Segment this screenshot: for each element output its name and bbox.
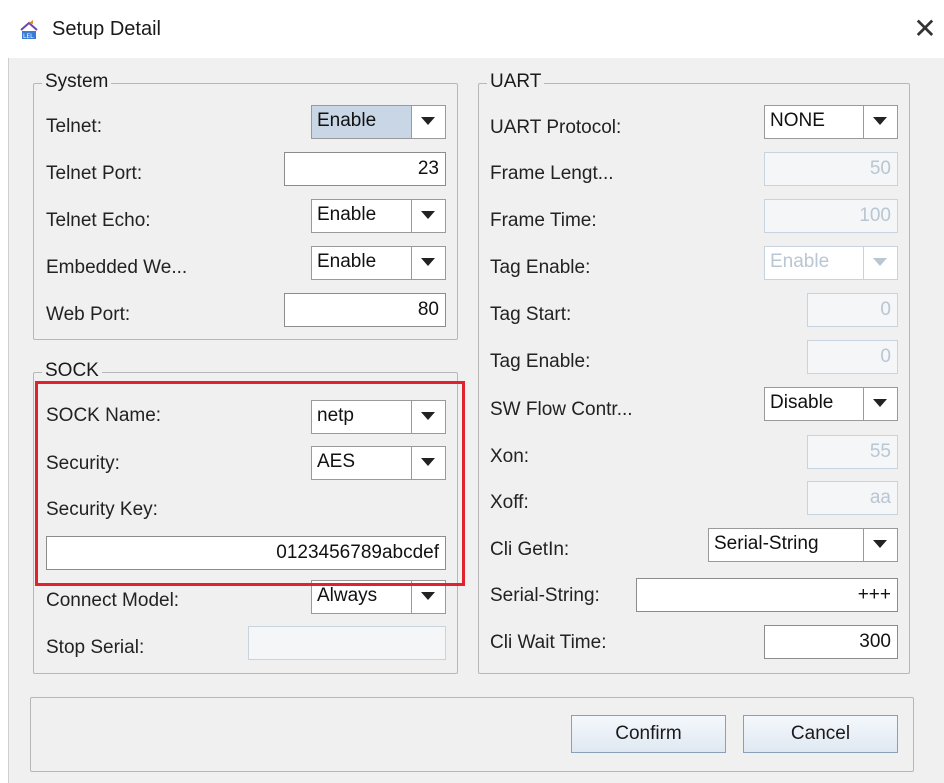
cancel-button[interactable]: Cancel <box>743 715 898 753</box>
chevron-down-icon[interactable] <box>863 106 897 138</box>
telnet-echo-select[interactable]: Enable <box>311 199 446 233</box>
frame-time-label: Frame Time: <box>490 210 597 231</box>
uart-protocol-label: UART Protocol: <box>490 117 622 138</box>
sw-flow-control-label: SW Flow Contr... <box>490 399 633 420</box>
cli-wait-time-input[interactable]: 300 <box>764 625 898 659</box>
telnet-echo-label: Telnet Echo: <box>46 210 151 231</box>
xon-label: Xon: <box>490 446 530 467</box>
confirm-button[interactable]: Confirm <box>571 715 726 753</box>
telnet-label: Telnet: <box>46 116 102 137</box>
chevron-down-icon[interactable] <box>411 247 445 279</box>
cli-getin-value: Serial-String <box>714 533 819 554</box>
telnet-select[interactable]: Enable <box>311 105 446 139</box>
serial-string-input[interactable]: +++ <box>636 578 898 612</box>
uart-protocol-value: NONE <box>770 110 825 131</box>
app-icon: LEL <box>20 20 38 40</box>
frame-length-input[interactable]: 50 <box>764 152 898 186</box>
frame-length-label: Frame Lengt... <box>490 163 614 184</box>
connect-model-label: Connect Model: <box>46 590 180 611</box>
system-legend: System <box>42 71 112 93</box>
chevron-down-icon[interactable] <box>863 247 897 279</box>
sw-flow-control-value: Disable <box>770 392 834 413</box>
embedded-web-label: Embedded We... <box>46 257 188 278</box>
serial-string-label: Serial-String: <box>490 585 600 606</box>
cli-getin-select[interactable]: Serial-String <box>708 528 898 562</box>
telnet-echo-value: Enable <box>317 204 377 225</box>
stop-serial-label: Stop Serial: <box>46 637 145 658</box>
highlight-annotation <box>35 381 465 586</box>
tag-start-label: Tag Start: <box>490 304 572 325</box>
chevron-down-icon[interactable] <box>411 106 445 138</box>
xoff-input[interactable]: aa <box>807 481 898 515</box>
web-port-label: Web Port: <box>46 304 131 325</box>
embedded-web-select[interactable]: Enable <box>311 246 446 280</box>
telnet-port-input[interactable]: 23 <box>284 152 446 186</box>
sw-flow-control-select[interactable]: Disable <box>764 387 898 421</box>
xon-input[interactable]: 55 <box>807 435 898 469</box>
telnet-port-label: Telnet Port: <box>46 163 143 184</box>
tag-enable-value: Enable <box>770 251 830 272</box>
uart-protocol-select[interactable]: NONE <box>764 105 898 139</box>
chevron-down-icon[interactable] <box>863 529 897 561</box>
window-title: Setup Detail <box>52 18 161 40</box>
tag-enable-select[interactable]: Enable <box>764 246 898 280</box>
cli-wait-time-label: Cli Wait Time: <box>490 632 607 653</box>
uart-legend: UART <box>487 71 545 93</box>
tag-enable-2-label: Tag Enable: <box>490 351 591 372</box>
web-port-input[interactable]: 80 <box>284 293 446 327</box>
svg-text:LEL: LEL <box>23 33 34 40</box>
telnet-value: Enable <box>317 110 377 131</box>
connect-model-value: Always <box>317 585 378 606</box>
chevron-down-icon[interactable] <box>411 200 445 232</box>
cli-getin-label: Cli GetIn: <box>490 539 570 560</box>
stop-serial-input[interactable] <box>248 626 446 660</box>
xoff-label: Xoff: <box>490 492 529 513</box>
tag-enable-label: Tag Enable: <box>490 257 591 278</box>
tag-enable-2-input[interactable]: 0 <box>807 340 898 374</box>
frame-time-input[interactable]: 100 <box>764 199 898 233</box>
tag-start-input[interactable]: 0 <box>807 293 898 327</box>
close-button[interactable]: ✕ <box>912 14 938 44</box>
close-icon: ✕ <box>913 13 937 44</box>
title-bar: LEL Setup Detail ✕ <box>0 0 944 58</box>
sock-legend: SOCK <box>42 360 102 382</box>
chevron-down-icon[interactable] <box>863 388 897 420</box>
embedded-web-value: Enable <box>317 251 377 272</box>
